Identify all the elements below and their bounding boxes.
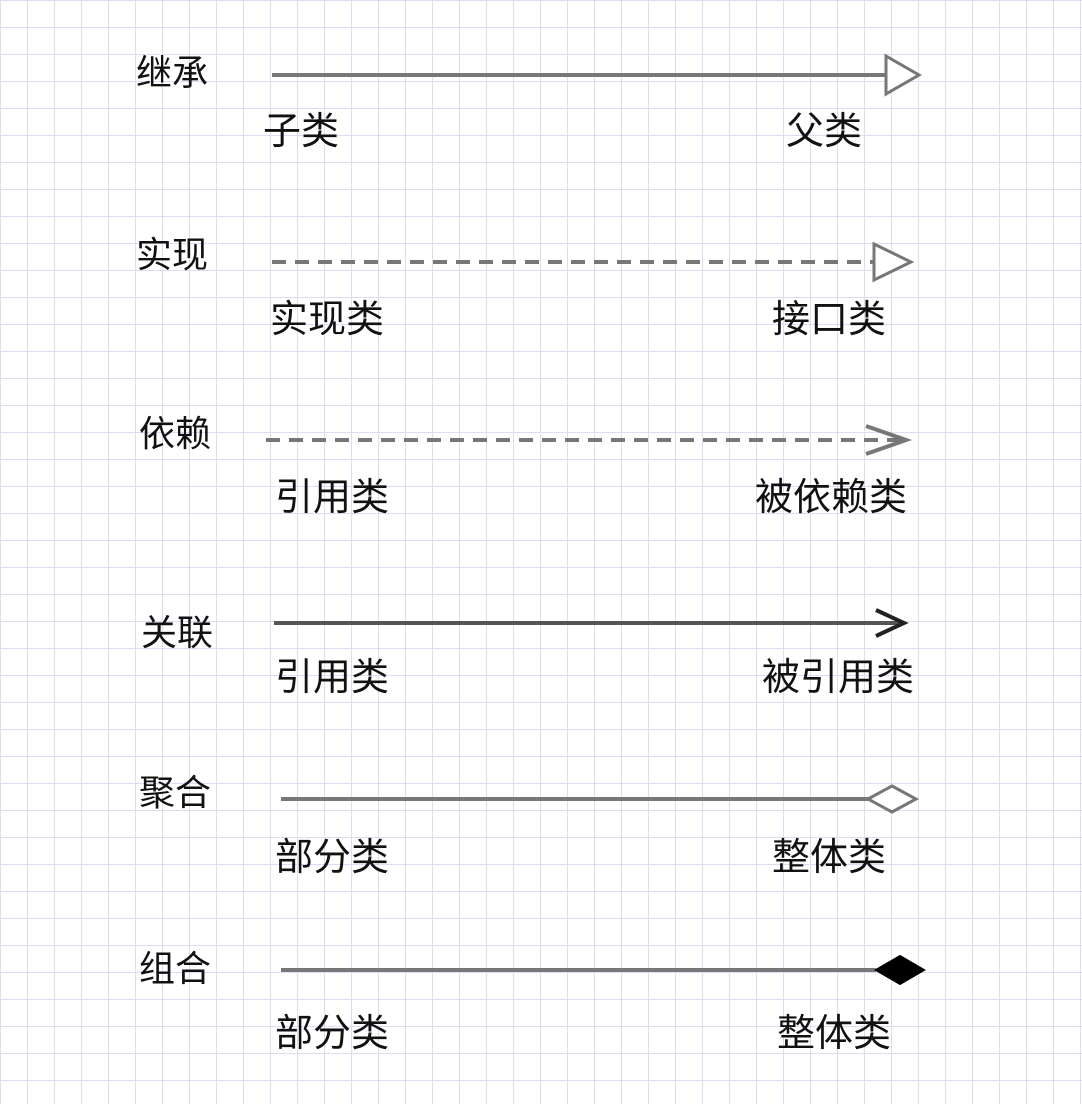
hollow-triangle-arrowhead-icon — [872, 241, 915, 283]
filled-diamond-icon — [874, 954, 926, 986]
relation-edges — [266, 53, 926, 986]
hollow-triangle-arrowhead-icon — [884, 53, 923, 97]
uml-relations-diagram: 继承 实现 依赖 关联 聚合 组合 子类 实现类 引用类 引用类 部分类 部分类… — [0, 0, 1082, 1104]
hollow-diamond-icon — [864, 784, 920, 814]
